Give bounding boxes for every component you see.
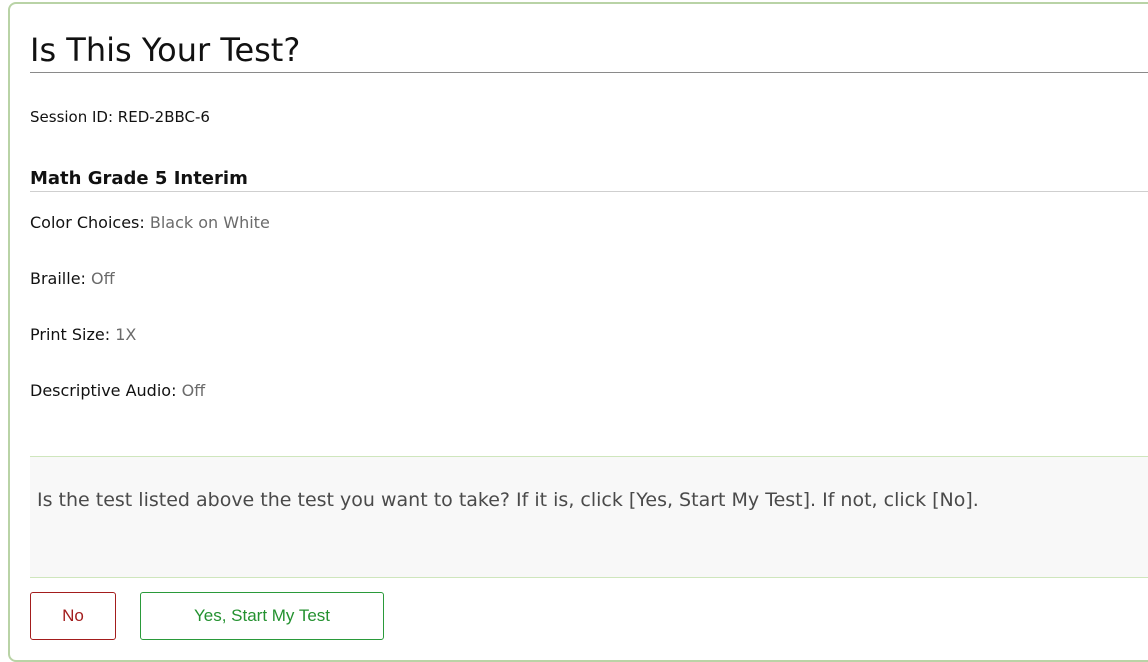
setting-label: Color Choices: [30,213,145,232]
session-id: Session ID: RED-2BBC-6 [30,108,210,126]
setting-value: Off [91,269,115,288]
setting-color-choices: Color Choices: Black on White [30,212,270,234]
test-confirmation-panel: Is This Your Test? Session ID: RED-2BBC-… [8,2,1148,662]
confirmation-prompt-box: Is the test listed above the test you wa… [30,456,1148,578]
setting-label: Descriptive Audio: [30,381,177,400]
setting-print-size: Print Size: 1X [30,324,136,346]
setting-value: 1X [115,325,137,344]
setting-value: Black on White [149,213,270,232]
yes-start-my-test-button[interactable]: Yes, Start My Test [140,592,384,640]
setting-braille: Braille: Off [30,268,115,290]
confirmation-prompt-text: Is the test listed above the test you wa… [37,489,979,511]
page-title: Is This Your Test? [30,28,1148,73]
setting-label: Braille: [30,269,86,288]
no-button[interactable]: No [30,592,116,640]
setting-label: Print Size: [30,325,111,344]
test-name-heading: Math Grade 5 Interim [30,167,1148,192]
setting-descriptive-audio: Descriptive Audio: Off [30,380,205,402]
setting-value: Off [181,381,206,400]
